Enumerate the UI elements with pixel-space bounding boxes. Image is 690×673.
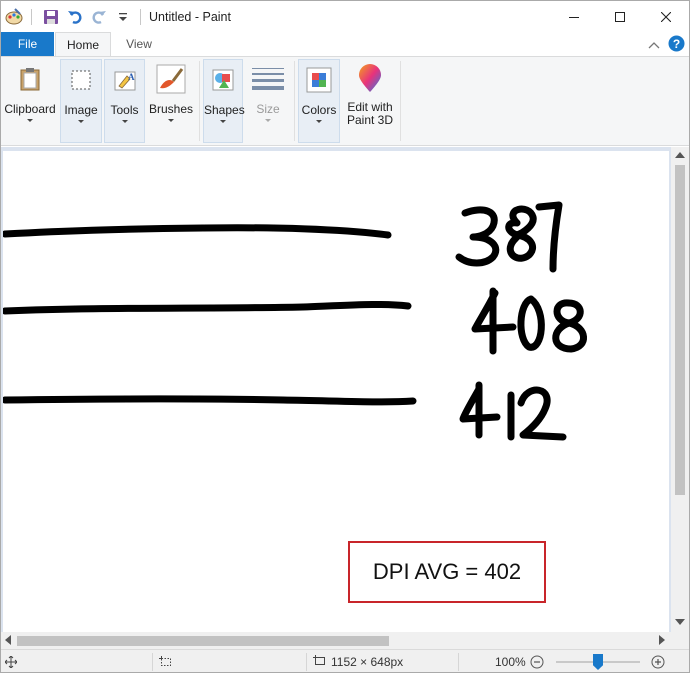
horizontal-scrollbar[interactable] xyxy=(1,632,671,649)
brushes-caret xyxy=(168,119,174,122)
size-caret xyxy=(265,119,271,122)
horizontal-scroll-thumb[interactable] xyxy=(17,636,389,646)
edit-with-paint3d-button[interactable]: Edit with Paint 3D xyxy=(344,59,396,143)
paint3d-icon xyxy=(354,63,386,95)
clipboard-group[interactable]: Clipboard xyxy=(3,59,57,143)
colors-group[interactable]: Colors xyxy=(298,59,340,143)
image-size-display: 1152 × 648px xyxy=(313,654,403,670)
ribbon-divider xyxy=(199,61,200,141)
drawn-line-3 xyxy=(1,395,417,406)
paint3d-label-line2: Paint 3D xyxy=(346,113,394,127)
vertical-scrollbar[interactable] xyxy=(671,147,689,632)
dpi-average-text: DPI AVG = 402 xyxy=(372,559,522,584)
tools-icon: A xyxy=(109,64,141,96)
image-size-icon xyxy=(313,654,326,670)
zoom-out-icon[interactable] xyxy=(530,654,544,670)
brushes-label: Brushes xyxy=(148,102,194,116)
minimize-icon[interactable] xyxy=(551,1,597,32)
image-label: Image xyxy=(64,103,98,117)
qa-divider-2 xyxy=(140,8,141,25)
vertical-scroll-thumb[interactable] xyxy=(675,165,685,495)
handwritten-412 xyxy=(459,381,567,441)
scroll-right-icon[interactable] xyxy=(659,635,665,645)
customize-qat-icon[interactable] xyxy=(112,6,134,28)
dpi-average-box: DPI AVG = 402 xyxy=(348,541,546,603)
tab-view[interactable]: View xyxy=(113,32,165,56)
drawn-line-2 xyxy=(1,300,412,315)
size-group: Size xyxy=(247,59,289,143)
tab-home[interactable]: Home xyxy=(55,32,111,57)
collapse-ribbon-icon[interactable] xyxy=(648,37,660,55)
brush-icon xyxy=(155,63,187,95)
tab-file[interactable]: File xyxy=(1,32,54,56)
window-controls xyxy=(551,1,689,32)
scroll-left-icon[interactable] xyxy=(5,635,11,645)
shapes-group[interactable]: Shapes xyxy=(203,59,245,143)
quick-access-toolbar xyxy=(1,1,147,32)
redo-icon[interactable] xyxy=(88,6,110,28)
scroll-corner xyxy=(671,632,689,649)
clipboard-icon xyxy=(14,63,46,95)
value-408: 408 xyxy=(529,330,531,332)
colors-icon xyxy=(303,64,335,96)
value-387: 387 xyxy=(499,250,501,252)
status-divider-1 xyxy=(152,653,153,671)
window-title: Untitled - Paint xyxy=(149,9,231,24)
maximize-icon[interactable] xyxy=(597,1,643,32)
move-cursor-icon xyxy=(5,654,17,670)
paint-window: Untitled - Paint File Home View ? Clipbo… xyxy=(0,0,690,673)
image-size-text: 1152 × 648px xyxy=(331,655,404,669)
scroll-down-icon[interactable] xyxy=(675,619,685,625)
workspace: 387 408 412 DPI AVG = 402 xyxy=(1,147,671,632)
status-divider-3 xyxy=(458,653,459,671)
image-group[interactable]: Image xyxy=(60,59,102,143)
save-icon[interactable] xyxy=(40,6,62,28)
handwritten-408 xyxy=(471,287,587,355)
image-caret xyxy=(78,120,84,123)
clipboard-label: Clipboard xyxy=(4,102,56,116)
ribbon: Clipboard Image A Tools Brushes Shapes S… xyxy=(1,56,689,146)
selection-size-icon xyxy=(159,654,173,670)
drawn-line-1 xyxy=(1,224,392,239)
zoom-slider-thumb[interactable] xyxy=(593,654,603,670)
ribbon-right-controls: ? xyxy=(648,35,685,57)
size-icon xyxy=(252,63,284,95)
zoom-in-icon[interactable] xyxy=(651,654,665,670)
zoom-level: 100% xyxy=(495,655,526,669)
ribbon-divider-2 xyxy=(294,61,295,141)
paint-app-icon[interactable] xyxy=(3,6,25,28)
tools-label: Tools xyxy=(110,103,139,117)
status-bar: 1152 × 648px 100% xyxy=(1,649,689,672)
ribbon-tabs: File Home View ? xyxy=(1,32,689,57)
scroll-up-icon[interactable] xyxy=(675,152,685,158)
clipboard-caret xyxy=(27,119,33,122)
colors-caret xyxy=(316,120,322,123)
tools-caret xyxy=(121,120,128,123)
tools-group[interactable]: A Tools xyxy=(104,59,145,143)
shapes-label: Shapes xyxy=(204,103,245,117)
shapes-caret xyxy=(220,120,226,123)
shapes-icon xyxy=(207,64,239,96)
status-divider-2 xyxy=(306,653,307,671)
canvas-drawing: 387 408 412 xyxy=(1,201,587,441)
image-select-icon xyxy=(65,64,97,96)
svg-text:A: A xyxy=(128,72,135,82)
ribbon-divider-3 xyxy=(400,61,401,141)
drawing-canvas[interactable]: 387 408 412 DPI AVG = 402 xyxy=(1,151,669,632)
help-icon[interactable]: ? xyxy=(668,35,685,57)
undo-icon[interactable] xyxy=(64,6,86,28)
colors-label: Colors xyxy=(301,103,337,117)
svg-text:?: ? xyxy=(673,37,680,51)
close-icon[interactable] xyxy=(643,1,689,32)
title-bar: Untitled - Paint xyxy=(1,1,689,32)
brushes-group[interactable]: Brushes xyxy=(147,59,195,143)
size-label: Size xyxy=(256,102,280,116)
handwritten-387 xyxy=(455,201,563,273)
qa-divider xyxy=(31,8,32,25)
